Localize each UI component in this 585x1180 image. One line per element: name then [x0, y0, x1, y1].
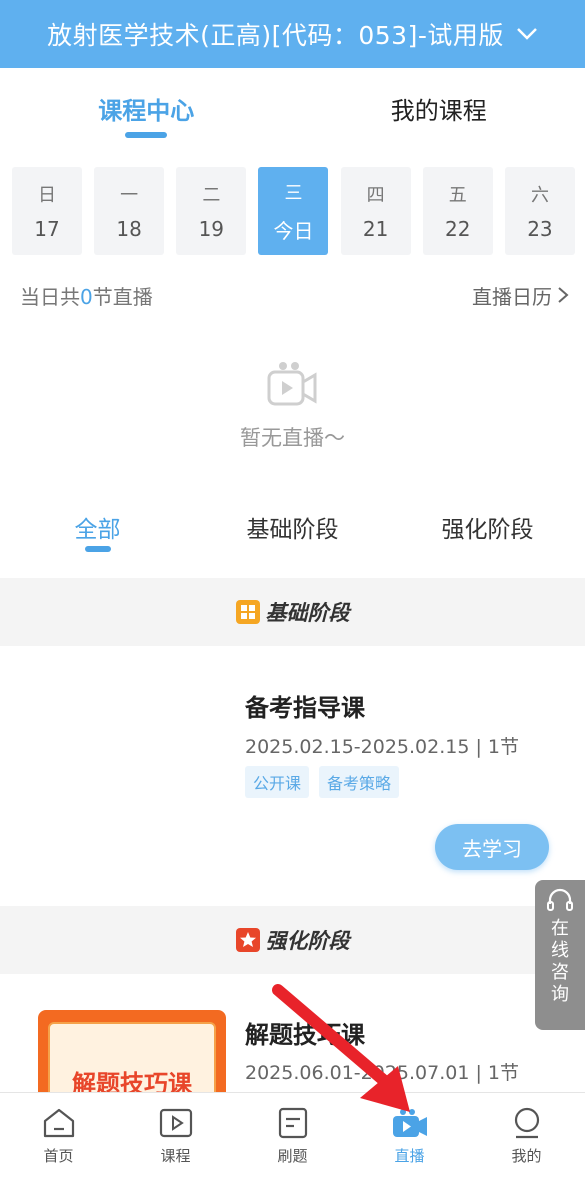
nav-live[interactable]: 直播	[351, 1093, 468, 1180]
section-label: 强化阶段	[265, 929, 350, 953]
day-mon[interactable]: 一 18	[94, 167, 165, 255]
stage-tab-intensive[interactable]: 强化阶段	[390, 500, 585, 566]
video-camera-icon	[267, 362, 316, 406]
course-thumbnail[interactable]: 解题技巧课	[38, 1010, 226, 1100]
day-number: 今日	[273, 218, 314, 243]
day-fri[interactable]: 五 22	[422, 167, 493, 255]
week-day-selector: 日 17 一 18 二 19 三今日 四 21 五 22 六 23	[12, 167, 575, 255]
live-count-text: 当日共0节直播	[20, 281, 153, 310]
day-number: 23	[527, 217, 553, 241]
user-icon	[514, 1107, 539, 1139]
bottom-nav: 首页 课程 刷题 直播 我的	[0, 1092, 585, 1180]
stage-tab-label: 基础阶段	[246, 517, 339, 543]
stage-tab-indicator	[84, 546, 111, 552]
document-icon	[278, 1107, 307, 1139]
day-wed-today[interactable]: 三今日	[258, 167, 329, 255]
nav-practice[interactable]: 刷题	[234, 1093, 351, 1180]
day-name: 五	[448, 185, 467, 206]
day-tue[interactable]: 二 19	[176, 167, 247, 255]
live-calendar-label: 直播日历	[472, 284, 552, 309]
tab-label: 课程中心	[98, 96, 195, 125]
nav-profile[interactable]: 我的	[468, 1093, 585, 1180]
top-tabs: 课程中心 我的课程	[0, 68, 585, 148]
tab-course-center[interactable]: 课程中心	[0, 68, 293, 148]
headset-icon	[547, 888, 573, 911]
stage-tab-label: 全部	[74, 517, 121, 543]
home-icon	[43, 1108, 74, 1138]
course-tag: 备考策略	[319, 766, 400, 798]
course-meta: 2025.06.01-2025.07.01 | 1节	[245, 1062, 519, 1084]
nav-home[interactable]: 首页	[0, 1093, 117, 1180]
consult-label: 在线咨询	[551, 918, 569, 1005]
tab-label: 我的课程	[390, 96, 487, 125]
nav-label: 我的	[511, 1147, 542, 1165]
day-name: 一	[120, 185, 139, 206]
course-title[interactable]: 解题技巧课	[245, 1015, 365, 1050]
live-count-prefix: 当日共	[20, 284, 80, 309]
section-label: 基础阶段	[265, 601, 350, 625]
day-name: 四	[366, 185, 385, 206]
camera-icon	[392, 1109, 427, 1137]
course-meta: 2025.02.15-2025.02.15 | 1节	[245, 736, 519, 758]
live-count-number: 0	[80, 284, 93, 309]
course-selector-header[interactable]: 放射医学技术(正高)[代码：053]-试用版	[0, 0, 585, 68]
day-number: 18	[116, 217, 142, 241]
day-name: 日	[38, 185, 56, 206]
play-icon	[159, 1108, 192, 1138]
star-icon	[235, 928, 260, 952]
section-header-basic: 基础阶段	[0, 578, 585, 646]
day-name: 六	[530, 185, 549, 206]
course-tags: 公开课 备考策略	[245, 766, 400, 798]
header-title: 放射医学技术(正高)[代码：053]-试用版	[47, 21, 504, 50]
empty-state: 暂无直播～	[0, 360, 585, 452]
course-title[interactable]: 备考指导课	[245, 688, 365, 723]
go-study-button[interactable]: 去学习	[435, 824, 549, 870]
day-name: 二	[202, 185, 221, 206]
day-number: 17	[34, 217, 60, 241]
course-tag: 公开课	[245, 766, 310, 798]
stage-tab-label: 强化阶段	[441, 517, 534, 543]
day-name: 三	[284, 182, 303, 204]
live-count-row: 当日共0节直播 直播日历	[20, 278, 570, 312]
chevron-right-icon	[558, 287, 569, 303]
nav-label: 课程	[160, 1147, 191, 1165]
live-calendar-link[interactable]: 直播日历	[472, 281, 570, 310]
stage-tab-basic[interactable]: 基础阶段	[195, 500, 390, 566]
section-header-intensive: 强化阶段	[0, 906, 585, 974]
online-consult-button[interactable]: 在线咨询	[535, 880, 585, 1030]
day-thu[interactable]: 四 21	[340, 167, 411, 255]
stage-tab-all[interactable]: 全部	[0, 500, 195, 566]
stage-tabs: 全部 基础阶段 强化阶段	[0, 500, 585, 566]
tab-my-courses[interactable]: 我的课程	[293, 68, 585, 148]
tab-active-indicator	[125, 132, 168, 138]
live-count-suffix: 节直播	[92, 284, 153, 309]
day-sun[interactable]: 日 17	[12, 167, 82, 255]
day-sat[interactable]: 六 23	[504, 167, 575, 255]
nav-label: 刷题	[277, 1147, 308, 1165]
nav-label: 首页	[43, 1147, 74, 1165]
nav-label: 直播	[394, 1147, 425, 1165]
day-number: 21	[362, 217, 389, 241]
nav-courses[interactable]: 课程	[117, 1093, 234, 1180]
empty-text: 暂无直播～	[240, 426, 345, 450]
chevron-down-icon[interactable]	[516, 23, 538, 45]
grid-icon	[235, 600, 260, 624]
day-number: 22	[445, 217, 471, 241]
day-number: 19	[198, 217, 225, 241]
